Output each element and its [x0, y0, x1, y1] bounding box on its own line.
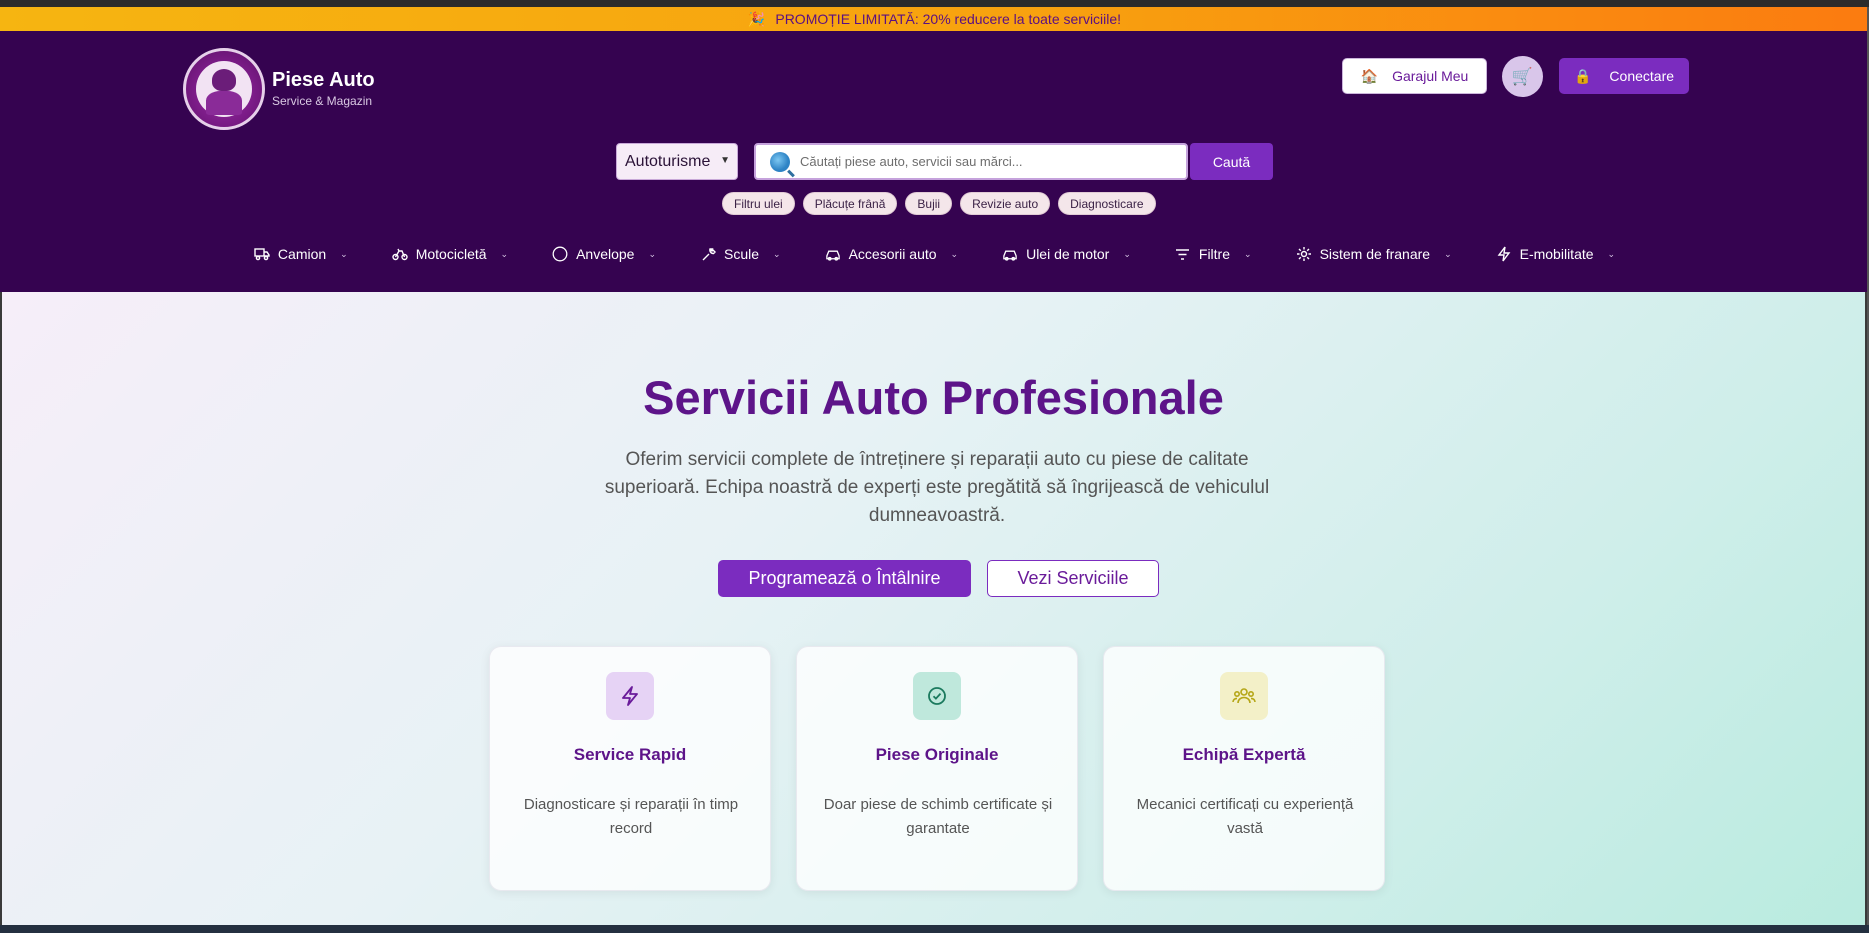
- hero-section: Servicii Auto Profesionale Oferim servic…: [2, 292, 1865, 925]
- chevron-down-icon: ⌄: [1123, 248, 1131, 259]
- chevron-down-icon: ⌄: [340, 248, 348, 259]
- search-icon: [770, 151, 790, 172]
- cart-button[interactable]: 🛒: [1502, 56, 1543, 97]
- feature-text: Mecanici certificați cu experiență vastă: [1136, 796, 1354, 837]
- taskbar-edge: [0, 925, 1869, 933]
- chevron-down-icon: ⌄: [1244, 248, 1252, 259]
- nav-label: Accesorii auto: [848, 246, 937, 262]
- nav-label: E-mobilitate: [1519, 246, 1594, 262]
- logo[interactable]: [183, 48, 265, 130]
- hero-title: Servicii Auto Profesionale: [643, 371, 1224, 424]
- view-services-button[interactable]: Vezi Serviciile: [987, 560, 1159, 597]
- quick-search-chips: Filtru ulei Plăcuțe frână Bujii Revizie …: [722, 192, 1156, 215]
- check-circle-icon: [913, 672, 961, 720]
- nav-label: Filtre: [1198, 246, 1231, 262]
- search-button[interactable]: Caută: [1190, 143, 1273, 180]
- brand-title[interactable]: Piese Auto: [272, 69, 375, 92]
- feature-title: Service Rapid: [573, 745, 687, 764]
- nav-label: Sistem de franare: [1319, 246, 1431, 262]
- car-icon: [825, 246, 841, 262]
- mechanic-mascot-icon: [196, 61, 252, 117]
- truck-icon: [254, 246, 270, 262]
- lightning-icon: [1496, 246, 1512, 262]
- promo-banner: 🎉 PROMOȚIE LIMITATĂ: 20% reducere la toa…: [0, 7, 1869, 31]
- window-top-edge: [0, 0, 1869, 7]
- lightning-icon: [606, 672, 654, 720]
- cart-icon: 🛒: [1511, 66, 1534, 86]
- feature-title: Piese Originale: [875, 745, 999, 764]
- nav-item-camion[interactable]: Camion ⌄: [254, 240, 348, 268]
- login-button[interactable]: 🔒 Conectare: [1559, 58, 1689, 94]
- chevron-down-icon: ▼: [720, 155, 730, 166]
- nav-label: Camion: [277, 246, 327, 262]
- nav-item-ulei-de-motor[interactable]: Ulei de motor ⌄: [1002, 240, 1131, 268]
- search-input[interactable]: [800, 154, 1160, 169]
- wrench-icon: [700, 246, 716, 262]
- my-garage-label: Garajul Meu: [1392, 68, 1469, 84]
- nav-item-filtre[interactable]: Filtre ⌄: [1175, 240, 1252, 268]
- circle-icon: [552, 246, 568, 262]
- chevron-down-icon: ⌄: [648, 248, 657, 259]
- chevron-down-icon: ⌄: [500, 248, 509, 259]
- feature-card-piese-originale: Piese Originale Doar piese de schimb cer…: [796, 646, 1078, 891]
- lock-icon: 🔒: [1573, 67, 1592, 84]
- chip-bujii[interactable]: Bujii: [905, 192, 953, 215]
- chip-placute-frana[interactable]: Plăcuțe frână: [802, 192, 898, 215]
- nav-item-accesorii-auto[interactable]: Accesorii auto ⌄: [825, 240, 958, 268]
- chevron-down-icon: ⌄: [950, 248, 959, 259]
- my-garage-button[interactable]: 🏠 Garajul Meu: [1342, 58, 1487, 94]
- feature-card-echipa-experta: Echipă Expertă Mecanici certificați cu e…: [1103, 646, 1385, 891]
- feature-title: Echipă Expertă: [1182, 745, 1306, 764]
- bike-icon: [392, 246, 408, 262]
- house-icon: 🏠: [1360, 67, 1379, 84]
- search-field[interactable]: [754, 143, 1188, 180]
- nav-item-anvelope[interactable]: Anvelope ⌄: [552, 240, 656, 268]
- chip-revizie-auto[interactable]: Revizie auto: [960, 192, 1051, 215]
- nav-item-motocicleta[interactable]: Motocicletă ⌄: [392, 240, 508, 268]
- feature-card-service-rapid: Service Rapid Diagnosticare și reparații…: [489, 646, 771, 891]
- feature-text: Diagnosticare și reparații în timp recor…: [523, 796, 739, 837]
- vehicle-type-value: Autoturisme: [625, 152, 711, 170]
- nav-label: Motocicletă: [415, 246, 487, 262]
- party-popper-icon: 🎉: [747, 10, 766, 27]
- chip-diagnosticare[interactable]: Diagnosticare: [1058, 192, 1156, 215]
- book-appointment-button[interactable]: Programează o Întâlnire: [718, 560, 971, 597]
- nav-item-scule[interactable]: Scule ⌄: [700, 240, 781, 268]
- site-header: Piese Auto Service & Magazin 🏠 Garajul M…: [0, 31, 1869, 292]
- team-icon: [1220, 672, 1268, 720]
- nav-item-sistem-de-franare[interactable]: Sistem de franare ⌄: [1296, 240, 1452, 268]
- login-label: Conectare: [1609, 68, 1675, 84]
- nav-label: Scule: [724, 246, 760, 262]
- chevron-down-icon: ⌄: [773, 248, 781, 259]
- chevron-down-icon: ⌄: [1607, 248, 1616, 259]
- chevron-down-icon: ⌄: [1444, 248, 1452, 259]
- nav-label: Ulei de motor: [1026, 246, 1110, 262]
- feature-text: Doar piese de schimb certificate și gara…: [823, 796, 1053, 837]
- chip-filtru-ulei[interactable]: Filtru ulei: [722, 192, 795, 215]
- category-nav: Camion ⌄ Motocicletă ⌄ Anvelope ⌄ Scule …: [0, 240, 1869, 268]
- nav-item-e-mobilitate[interactable]: E-mobilitate ⌄: [1496, 240, 1615, 268]
- vehicle-type-select[interactable]: Autoturisme ▼: [616, 143, 738, 180]
- nav-label: Anvelope: [576, 246, 635, 262]
- hero-description: Oferim servicii complete de întreținere …: [604, 449, 1270, 526]
- filter-icon: [1175, 246, 1191, 262]
- promo-text: PROMOȚIE LIMITATĂ: 20% reducere la toate…: [775, 11, 1122, 27]
- brand-subtitle: Service & Magazin: [272, 94, 373, 108]
- gear-icon: [1296, 246, 1312, 262]
- car-icon: [1002, 246, 1018, 262]
